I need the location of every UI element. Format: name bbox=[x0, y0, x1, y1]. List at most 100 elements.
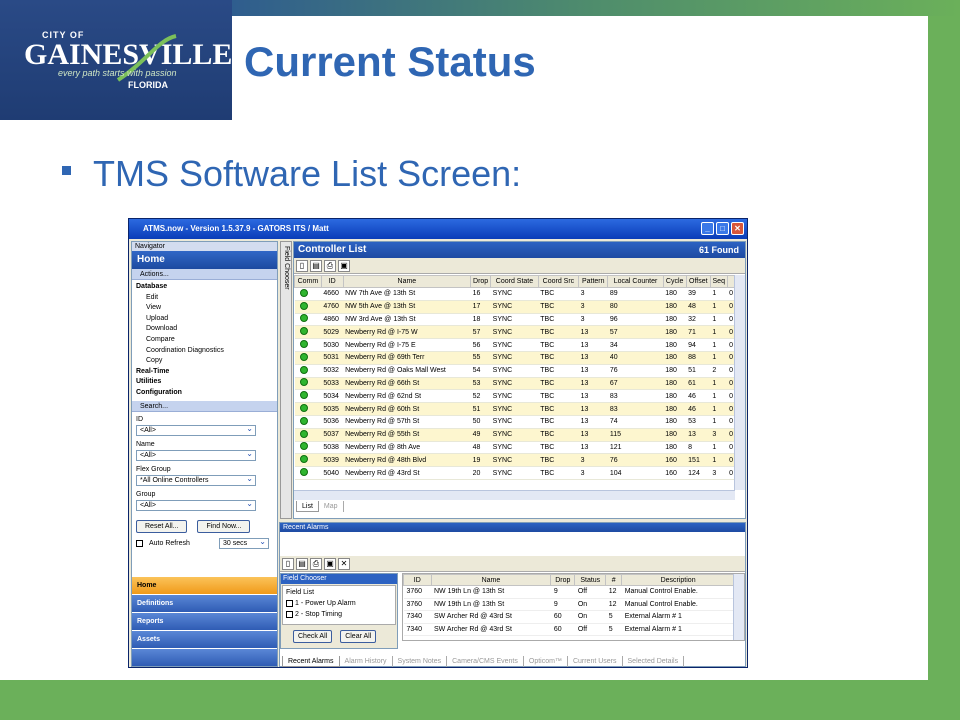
alarm-column-header[interactable]: Name bbox=[430, 574, 552, 586]
navigator-big-button[interactable]: Home bbox=[132, 576, 277, 594]
table-row[interactable]: 5035 Newberry Rd @ 60th St 51 SYNC TBC 13 83 18… bbox=[294, 402, 735, 416]
clear-all-button[interactable]: Clear All bbox=[340, 630, 377, 643]
table-row[interactable]: 5036 Newberry Rd @ 57th St 50 SYNC TBC 13 74 18… bbox=[294, 415, 735, 429]
maximize-button[interactable]: □ bbox=[716, 222, 729, 235]
alarm-cell: 7340 bbox=[403, 610, 431, 624]
nav-subitem[interactable]: Coordination Diagnostics bbox=[136, 346, 273, 357]
refresh-interval-select[interactable]: 30 secs bbox=[219, 537, 269, 549]
print-icon[interactable]: ⎙ bbox=[324, 260, 336, 272]
minimize-button[interactable]: _ bbox=[701, 222, 714, 235]
table-row[interactable]: 5029 Newberry Rd @ I-75 W 57 SYNC TBC 13 57 180… bbox=[294, 325, 735, 340]
view-tab[interactable]: Map bbox=[319, 501, 344, 512]
search-field-select[interactable]: <All> bbox=[136, 449, 256, 461]
alarm-column-header[interactable]: ID bbox=[403, 574, 432, 586]
alarm-row[interactable]: 3760 NW 19th Ln @ 13th St 9 On 12 Manual Cont… bbox=[403, 598, 735, 611]
alarm-row[interactable]: 7340 SW Archer Rd @ 43rd St 60 Off 5 External… bbox=[403, 623, 735, 636]
table-cell: 180 bbox=[663, 402, 687, 416]
nav-subitem[interactable]: Copy bbox=[136, 356, 273, 367]
alarm-column-header[interactable]: Status bbox=[574, 574, 607, 586]
controller-vertical-scrollbar[interactable] bbox=[734, 275, 745, 490]
column-header[interactable]: ID bbox=[320, 275, 344, 288]
table-row[interactable]: 5032 Newberry Rd @ Oaks Mall West 54 SYNC TB… bbox=[294, 364, 735, 378]
field-chooser-side-tab[interactable]: Field Chooser bbox=[280, 241, 292, 519]
alarm-cell: NW 19th Ln @ 13th St bbox=[431, 598, 551, 611]
alarm-tab[interactable]: Opticom™ bbox=[524, 656, 568, 667]
column-header[interactable]: Seq bbox=[709, 275, 728, 288]
close-button[interactable]: ✕ bbox=[731, 222, 744, 235]
alarms-vertical-scrollbar[interactable] bbox=[733, 574, 744, 640]
column-header[interactable]: Pattern bbox=[578, 275, 609, 288]
controller-horizontal-scrollbar[interactable] bbox=[294, 490, 735, 500]
auto-refresh-checkbox[interactable] bbox=[136, 539, 143, 547]
alarm-tab[interactable]: Alarm History bbox=[340, 656, 393, 667]
table-row[interactable]: 5038 Newberry Rd @ 8th Ave 48 SYNC TBC 13 121 1… bbox=[294, 441, 735, 455]
table-row[interactable]: 4860 NW 3rd Ave @ 13th St 18 SYNC TBC 3 96 180 3… bbox=[294, 313, 735, 327]
nav-subitem[interactable]: Upload bbox=[136, 314, 273, 325]
table-row[interactable]: 5034 Newberry Rd @ 62nd St 52 SYNC TBC 13 83 18… bbox=[294, 389, 735, 404]
search-field-select[interactable]: *All Online Controllers bbox=[136, 474, 256, 486]
print-icon[interactable]: ⎙ bbox=[310, 558, 322, 570]
delete-icon[interactable]: ✕ bbox=[338, 558, 350, 570]
nav-item[interactable]: Utilities bbox=[136, 377, 273, 388]
new-doc-icon[interactable]: ▯ bbox=[296, 260, 308, 272]
alarm-row[interactable]: 3760 NW 19th Ln @ 13th St 9 Off 12 Manual Con… bbox=[403, 585, 735, 599]
alarm-tab[interactable]: Recent Alarms bbox=[282, 656, 340, 667]
table-row[interactable]: 4660 NW 7th Ave @ 13th St 16 SYNC TBC 3 89 180 3… bbox=[294, 287, 735, 301]
alarm-column-header[interactable]: Drop bbox=[550, 574, 576, 586]
nav-item[interactable]: Configuration bbox=[136, 388, 273, 399]
nav-item-database[interactable]: Database bbox=[136, 282, 273, 293]
table-cell: 180 bbox=[663, 287, 687, 301]
nav-subitem[interactable]: Compare bbox=[136, 335, 273, 346]
actions-header[interactable]: Actions... bbox=[132, 269, 277, 280]
search-header[interactable]: Search... bbox=[132, 400, 277, 412]
field-checkbox[interactable] bbox=[286, 599, 293, 607]
export-icon[interactable]: ▣ bbox=[338, 260, 350, 272]
field-list-item[interactable]: 2 - Stop Timing bbox=[286, 609, 392, 620]
nav-subitem[interactable]: Download bbox=[136, 324, 273, 335]
export-icon[interactable]: ▣ bbox=[324, 558, 336, 570]
table-row[interactable]: 5030 Newberry Rd @ I-75 E 56 SYNC TBC 13 34 180… bbox=[294, 338, 735, 352]
column-header[interactable]: Coord State bbox=[490, 275, 539, 288]
column-header[interactable]: Name bbox=[342, 275, 472, 288]
field-list-item[interactable]: 1 - Power Up Alarm bbox=[286, 598, 392, 609]
table-row[interactable]: 5033 Newberry Rd @ 66th St 53 SYNC TBC 13 67 18… bbox=[294, 377, 735, 391]
column-header[interactable]: Cycle bbox=[662, 275, 687, 288]
navigator-big-button[interactable]: Definitions bbox=[132, 594, 277, 612]
field-checkbox[interactable] bbox=[286, 610, 293, 618]
navigator-expand-chevron-icon[interactable] bbox=[132, 648, 277, 666]
comm-status-cell bbox=[294, 466, 322, 480]
navigator-big-button[interactable]: Assets bbox=[132, 630, 277, 648]
new-doc-icon[interactable]: ▯ bbox=[282, 558, 294, 570]
alarm-row[interactable]: 7340 SW Archer Rd @ 43rd St 60 On 5 External … bbox=[403, 610, 735, 624]
alarm-tab[interactable]: Selected Details bbox=[623, 656, 685, 667]
alarm-column-header[interactable]: Description bbox=[621, 574, 735, 586]
column-header[interactable]: Coord Src bbox=[537, 275, 580, 288]
navigator-big-button[interactable]: Reports bbox=[132, 612, 277, 630]
alarm-column-header[interactable]: # bbox=[605, 574, 623, 586]
column-header[interactable]: Local Counter bbox=[607, 275, 664, 288]
search-field-select[interactable]: <All> bbox=[136, 424, 256, 436]
preview-icon[interactable]: ▤ bbox=[310, 260, 322, 272]
search-field-select[interactable]: <All> bbox=[136, 499, 256, 511]
table-cell: SYNC bbox=[490, 351, 539, 365]
column-header[interactable]: Offset bbox=[685, 275, 711, 288]
column-header[interactable]: Comm bbox=[294, 275, 322, 288]
window-titlebar[interactable]: ATMS.now - Version 1.5.37.9 - GATORS ITS… bbox=[129, 219, 747, 239]
view-tab[interactable]: List bbox=[296, 501, 319, 512]
nav-subitem[interactable]: View bbox=[136, 303, 273, 314]
table-row[interactable]: 5039 Newberry Rd @ 48th Blvd 19 SYNC TBC 3 76 1… bbox=[294, 453, 735, 468]
check-all-button[interactable]: Check All bbox=[293, 630, 333, 643]
alarm-tab[interactable]: Camera/CMS Events bbox=[447, 656, 524, 667]
table-row[interactable]: 5037 Newberry Rd @ 55th St 49 SYNC TBC 13 115 1… bbox=[294, 428, 735, 442]
column-header[interactable]: Drop bbox=[470, 275, 492, 288]
find-now-button[interactable]: Find Now... bbox=[197, 519, 251, 533]
preview-icon[interactable]: ▤ bbox=[296, 558, 308, 570]
nav-subitem[interactable]: Edit bbox=[136, 293, 273, 304]
table-row[interactable]: 5031 Newberry Rd @ 69th Terr 55 SYNC TBC 13 40… bbox=[294, 351, 735, 365]
table-row[interactable]: 4760 NW 5th Ave @ 13th St 17 SYNC TBC 3 80 180 4… bbox=[294, 300, 735, 314]
reset-all-button[interactable]: Reset All... bbox=[136, 519, 188, 533]
alarm-tab[interactable]: System Notes bbox=[393, 656, 448, 667]
nav-item[interactable]: Real-Time bbox=[136, 367, 273, 378]
table-row[interactable]: 5040 Newberry Rd @ 43rd St 20 SYNC TBC 3 104 16… bbox=[294, 466, 735, 480]
alarm-tab[interactable]: Current Users bbox=[568, 656, 623, 667]
